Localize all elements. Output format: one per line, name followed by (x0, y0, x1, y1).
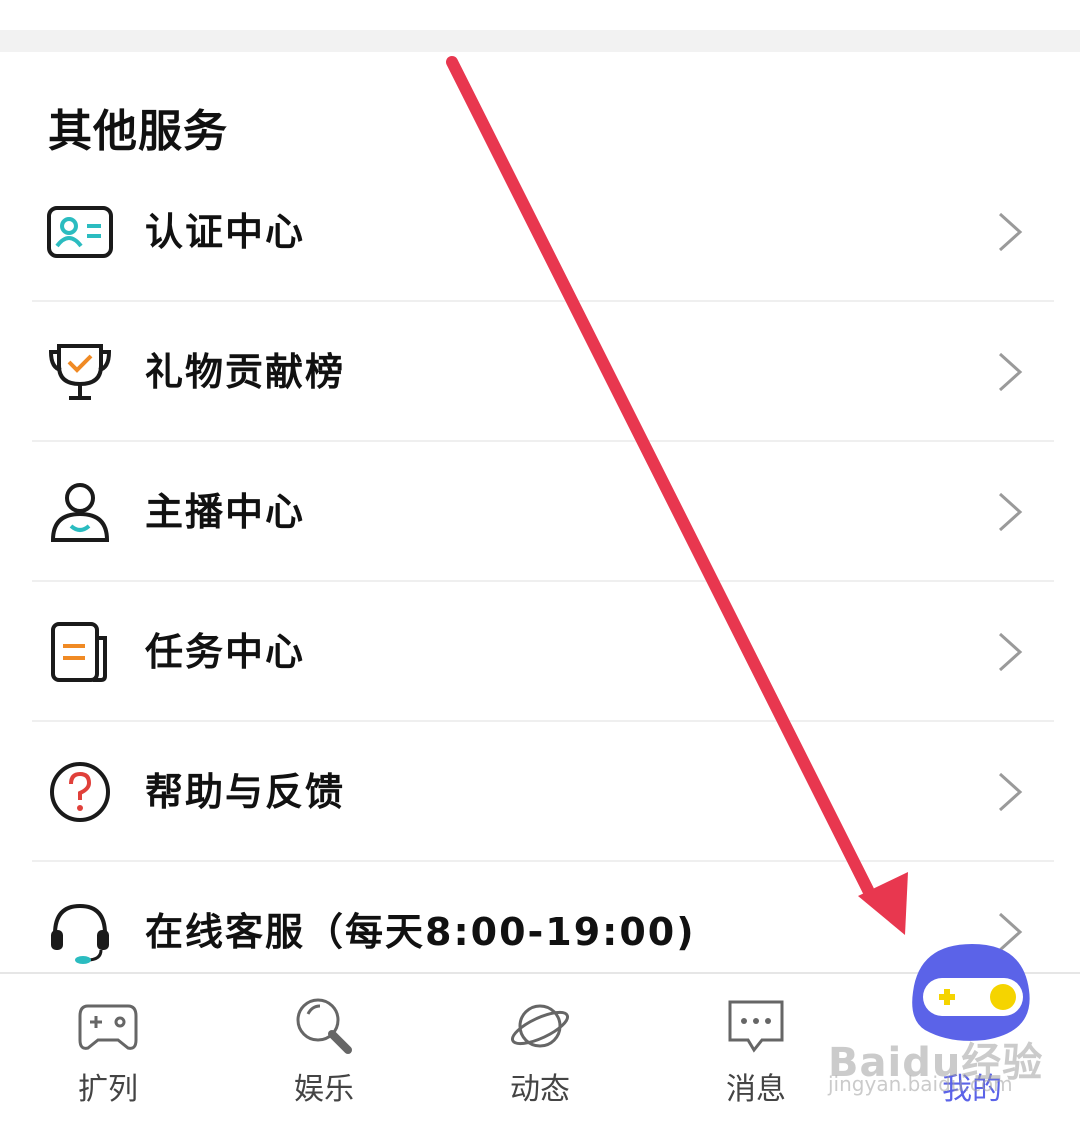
menu-item-label: 主播中心 (145, 490, 306, 534)
nav-tab-entertainment[interactable]: 娱乐 (224, 974, 424, 1125)
nav-tab-kuolie[interactable]: 扩列 (8, 974, 208, 1125)
task-document-icon (45, 620, 115, 684)
menu-item-task-center[interactable]: 任务中心 (0, 582, 1080, 722)
headset-icon (45, 900, 115, 964)
magnifier-icon (292, 994, 356, 1058)
menu-item-label: 帮助与反馈 (145, 770, 346, 814)
nav-label: 动态 (510, 1072, 570, 1107)
menu-item-label: 礼物贡献榜 (145, 350, 346, 394)
watermark-url: jingyan.baidu.com (828, 1072, 1013, 1096)
menu-item-certification[interactable]: 认证中心 (0, 162, 1080, 302)
question-icon (45, 760, 115, 824)
chat-bubble-icon (724, 994, 788, 1058)
gamepad-icon (76, 994, 140, 1058)
menu-item-streamer-center[interactable]: 主播中心 (0, 442, 1080, 582)
menu-item-label: 认证中心 (145, 210, 306, 254)
nav-tab-messages[interactable]: 消息 (656, 974, 856, 1125)
user-icon (45, 480, 115, 544)
menu-item-gift-ranking[interactable]: 礼物贡献榜 (0, 302, 1080, 442)
chevron-right-icon (990, 490, 1026, 534)
nav-label: 扩列 (78, 1072, 138, 1107)
top-area (0, 0, 1080, 30)
nav-label: 消息 (726, 1072, 786, 1107)
planet-icon (508, 994, 572, 1058)
section-title: 其他服务 (48, 106, 228, 157)
nav-tab-dynamics[interactable]: 动态 (440, 974, 640, 1125)
nav-label: 娱乐 (294, 1072, 354, 1107)
trophy-icon (45, 340, 115, 404)
chevron-right-icon (990, 350, 1026, 394)
chevron-right-icon (990, 210, 1026, 254)
menu-item-label: 任务中心 (145, 630, 306, 674)
chevron-right-icon (990, 630, 1026, 674)
section-divider (0, 30, 1080, 52)
menu-item-label: 在线客服（每天8:00-19:00) (145, 910, 696, 954)
id-card-icon (45, 200, 115, 264)
chevron-right-icon (990, 770, 1026, 814)
menu-item-help-feedback[interactable]: 帮助与反馈 (0, 722, 1080, 862)
